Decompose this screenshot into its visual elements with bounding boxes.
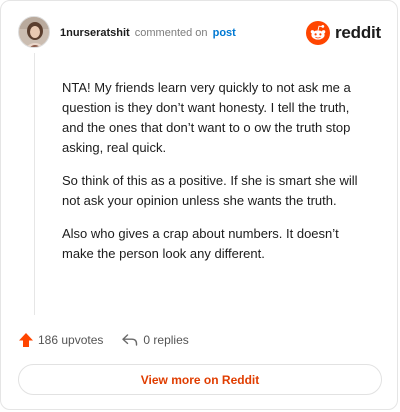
thread-line: [34, 53, 35, 315]
view-more-on-reddit-button[interactable]: View more on Reddit: [18, 364, 382, 395]
reddit-brand[interactable]: reddit: [305, 21, 381, 45]
reply-arrow-icon: [122, 334, 138, 346]
comment-header: 1nurseratshit commented on post reddit: [18, 16, 381, 52]
upvote-stat[interactable]: 186 upvotes: [18, 332, 103, 348]
username[interactable]: 1nurseratshit: [60, 27, 130, 39]
user-avatar[interactable]: [18, 16, 50, 48]
reddit-wordmark: reddit: [334, 23, 381, 42]
comment-paragraph: Also who gives a crap about numbers. It …: [62, 226, 339, 261]
comment-body: NTA! My friends learn very quickly to no…: [62, 78, 374, 277]
avatar-photo-icon: [19, 17, 49, 47]
upvote-count: 186 upvotes: [38, 333, 104, 347]
post-link[interactable]: post: [213, 27, 236, 39]
upvote-arrow-icon: [19, 333, 33, 347]
replies-stat[interactable]: 0 replies: [121, 332, 189, 348]
comment-meta: 1nurseratshit commented on post: [60, 26, 236, 40]
reddit-logo-icon: [305, 21, 330, 45]
comment-paragraph: NTA! My friends learn very quickly to no…: [62, 80, 351, 155]
reply-count: 0 replies: [143, 333, 189, 347]
comment-action-text: commented on: [134, 27, 208, 39]
comment-embed-card: 1nurseratshit commented on post reddit N…: [0, 0, 398, 410]
comment-paragraph: So think of this as a positive. If she i…: [62, 173, 358, 208]
comment-footer: 186 upvotes 0 replies: [18, 331, 189, 349]
